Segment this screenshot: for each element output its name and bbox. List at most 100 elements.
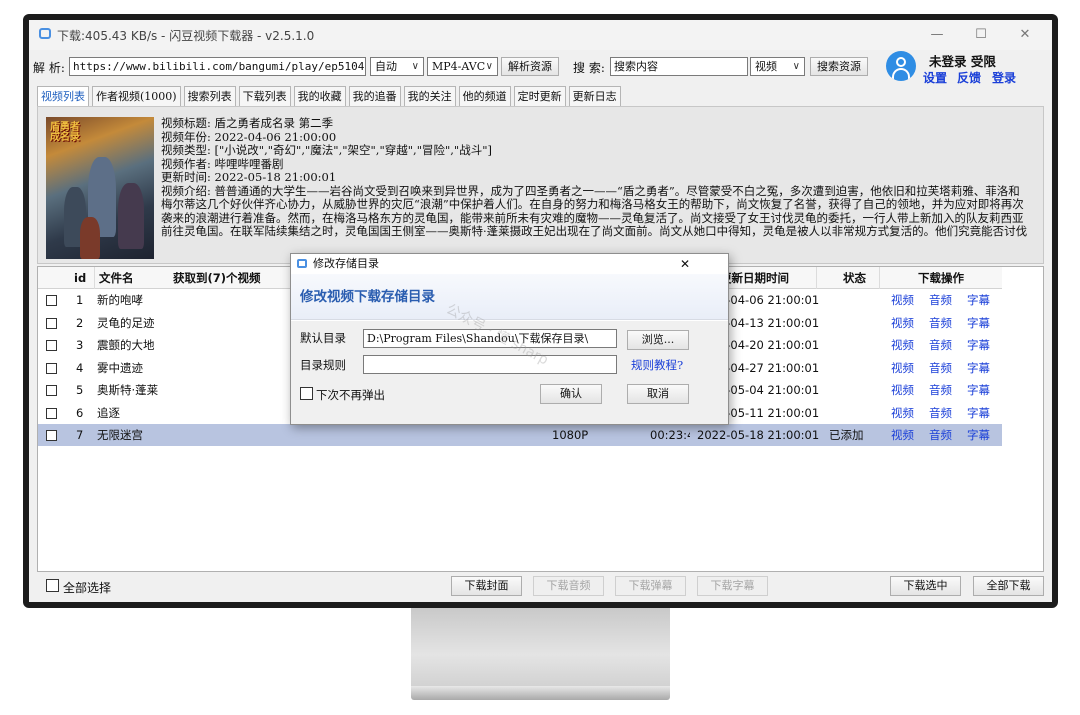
row-filename: 雾中遗迹 [97,360,143,375]
info-update-time: 更新时间: 2022-05-18 21:00:01 [161,170,337,184]
settings-link[interactable]: 设置 [923,69,947,86]
row-download-subtitle-link[interactable]: 字幕 [967,383,990,397]
row-download-video-link[interactable]: 视频 [891,316,914,330]
row-download-video-link[interactable]: 视频 [891,361,914,375]
row-download-subtitle-link[interactable]: 字幕 [967,316,990,330]
tab-changelog[interactable]: 更新日志 [568,86,621,106]
minimize-button[interactable]: — [917,24,957,46]
login-link[interactable]: 登录 [992,69,1016,86]
row-download-subtitle-link[interactable]: 字幕 [967,428,990,442]
row-download-audio-link[interactable]: 音频 [929,293,952,307]
row-id: 4 [76,360,84,375]
row-filename: 新的咆哮 [97,293,143,307]
rule-tutorial-link[interactable]: 规则教程? [631,357,683,373]
maximize-button[interactable]: ☐ [961,24,1001,46]
row-download-video-link[interactable]: 视频 [891,406,914,420]
info-description: 视频介绍: 普普通通的大学生——岩谷尚文受到召唤来到异世界，成为了四圣勇者之一—… [161,184,1028,239]
row-duration: 00:23:4 [650,428,690,442]
bottom-bar: 全部选择 下载封面 下载音频 下载弹幕 下载字幕 下载选中 全部下载 [29,572,1052,602]
search-input[interactable]: 搜索内容 [610,57,748,76]
codec-select-value: MP4-AVC [432,60,486,73]
download-cover-button[interactable]: 下载封面 [451,576,522,596]
row-checkbox[interactable] [46,295,57,306]
tab-my-favorites[interactable]: 我的收藏 [293,86,346,106]
row-download-video-link[interactable]: 视频 [891,338,914,352]
chevron-down-icon: ∨ [411,61,419,72]
chevron-down-icon: ∨ [485,61,493,72]
row-checkbox[interactable] [46,430,57,441]
monitor-stand-neck [411,608,670,686]
row-download-video-link[interactable]: 视频 [891,293,914,307]
col-status: 状态 [843,271,866,285]
col-divider [94,267,95,289]
row-download-audio-link[interactable]: 音频 [929,383,952,397]
select-all-checkbox[interactable] [46,579,59,592]
row-download-audio-link[interactable]: 音频 [929,361,952,375]
cancel-button[interactable]: 取消 [627,384,689,404]
search-resource-button[interactable]: 搜索资源 [810,57,868,76]
tab-video-list[interactable]: 视频列表 [37,86,89,106]
no-popup-label: 下次不再弹出 [316,388,385,402]
tab-my-follows[interactable]: 我的关注 [403,86,456,106]
change-directory-dialog: 修改存储目录 ✕ 修改视频下载存储目录 默认目录 D:\Program File… [290,253,729,425]
url-input[interactable]: https://www.bilibili.com/bangumi/play/ep… [69,57,366,76]
row-id: 2 [76,315,84,330]
row-download-subtitle-link[interactable]: 字幕 [967,338,990,352]
select-all-label: 全部选择 [63,581,112,595]
row-filename: 震颤的大地 [97,338,155,352]
row-checkbox[interactable] [46,362,57,374]
row-status: 已添加 [829,428,864,442]
row-download-audio-link[interactable]: 音频 [929,338,952,352]
row-download-video-link[interactable]: 视频 [891,383,914,397]
row-download-audio-link[interactable]: 音频 [929,316,952,330]
info-year: 视频年份: 2022-04-06 21:00:00 [161,129,337,144]
row-checkbox[interactable] [46,407,57,419]
download-subtitle-button[interactable]: 下载字幕 [697,576,768,596]
mode-select-value: 自动 [375,60,397,73]
parse-resource-button[interactable]: 解析资源 [501,57,559,76]
video-poster: 盾勇者成名录 [46,117,154,259]
mode-select[interactable]: 自动 ∨ [370,57,424,76]
row-download-subtitle-link[interactable]: 字幕 [967,293,990,307]
tab-scheduled-update[interactable]: 定时更新 [513,86,566,106]
row-checkbox[interactable] [46,317,57,329]
row-download-audio-link[interactable]: 音频 [929,428,952,442]
confirm-button[interactable]: 确认 [540,384,602,404]
codec-select[interactable]: MP4-AVC ∨ [427,57,498,76]
login-status: 未登录 受限 [929,54,996,69]
search-type-value: 视频 [755,60,777,73]
download-selected-button[interactable]: 下载选中 [890,576,961,596]
poster-figure-right [118,183,144,249]
search-type-select[interactable]: 视频 ∨ [750,57,805,76]
feedback-link[interactable]: 反馈 [957,69,981,86]
row-download-audio-link[interactable]: 音频 [929,406,952,420]
row-download-subtitle-link[interactable]: 字幕 [967,406,990,420]
tab-search-list[interactable]: 搜索列表 [183,86,236,106]
close-button[interactable]: ✕ [1005,24,1045,46]
row-quality: 1080P [552,428,589,442]
directory-rule-input[interactable] [363,355,617,374]
tab-download-list[interactable]: 下载列表 [238,86,291,106]
row-checkbox[interactable] [46,340,57,351]
download-all-button[interactable]: 全部下载 [973,576,1044,596]
tab-author-videos[interactable]: 作者视频(1000) [92,86,181,106]
row-download-video-link[interactable]: 视频 [891,428,914,442]
search-label: 搜 索: [573,61,605,75]
row-download-subtitle-link[interactable]: 字幕 [967,361,990,375]
browse-button[interactable]: 浏览... [627,330,689,350]
row-update-date: 2022-05-18 21:00:01 [697,428,820,442]
download-danmaku-button[interactable]: 下载弹幕 [615,576,686,596]
download-audio-button[interactable]: 下载音频 [533,576,604,596]
table-row[interactable]: 7 无限迷宫 1080P 00:23:4 2022-05-18 21:00:01 已添加 视… [38,424,1002,446]
no-popup-checkbox[interactable] [300,387,313,400]
dialog-close-button[interactable]: ✕ [675,254,695,274]
tab-my-bangumi[interactable]: 我的追番 [348,86,401,106]
main-tabs: 视频列表 作者视频(1000) 搜索列表 下载列表 我的收藏 我的追番 我的关注… [37,86,624,106]
row-checkbox[interactable] [46,385,57,396]
window-title: 下载:405.43 KB/s - 闪豆视频下载器 - v2.5.1.0 [57,29,315,43]
app-logo-icon [39,28,51,39]
tab-their-channel[interactable]: 他的频道 [458,86,511,106]
avatar[interactable] [886,51,916,81]
row-id: 5 [76,383,84,397]
row-filename: 无限迷宫 [97,428,143,442]
